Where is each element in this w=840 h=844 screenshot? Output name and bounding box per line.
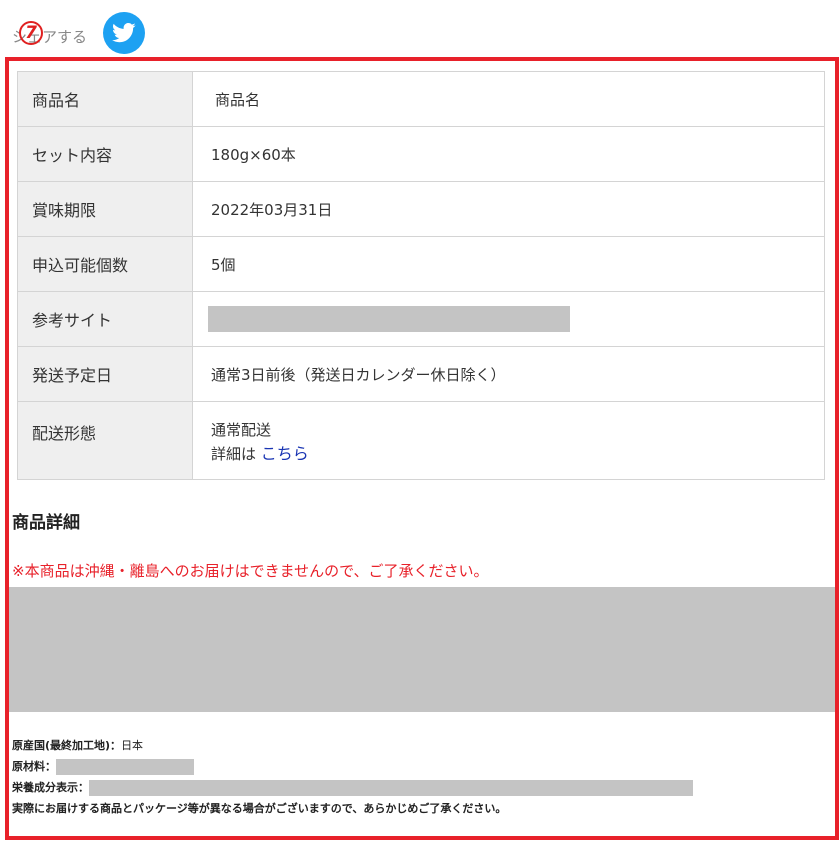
step-number-badge: 7: [19, 21, 43, 45]
product-info-frame: 商品名 商品名 セット内容 180g×60本 賞味期限 2022年03月31日 …: [5, 57, 839, 840]
table-row: 賞味期限 2022年03月31日: [17, 181, 825, 237]
spec-key-expiry: 賞味期限: [17, 181, 193, 237]
redacted-nutrition: [89, 780, 693, 796]
spec-value-set: 180g×60本: [192, 126, 825, 182]
spec-value-reference-site: [192, 291, 825, 347]
spec-value-shipping-date: 通常3日前後（発送日カレンダー休日除く）: [192, 346, 825, 402]
delivery-detail-prefix: 詳細は: [211, 445, 257, 463]
spec-value-name: 商品名: [192, 71, 825, 127]
share-row: シェアする 7: [12, 10, 312, 60]
redacted-reference-url: [208, 306, 570, 332]
spec-key-shipping-date: 発送予定日: [17, 346, 193, 402]
table-row: 発送予定日 通常3日前後（発送日カレンダー休日除く）: [17, 346, 825, 402]
spec-value-delivery: 通常配送 詳細は こちら: [192, 401, 825, 480]
origin-line: 原産国(最終加工地)：日本: [12, 735, 822, 756]
table-row: 申込可能個数 5個: [17, 236, 825, 292]
delivery-detail-link[interactable]: こちら: [261, 444, 309, 463]
table-row: セット内容 180g×60本: [17, 126, 825, 182]
spec-table: 商品名 商品名 セット内容 180g×60本 賞味期限 2022年03月31日 …: [17, 71, 825, 480]
spec-key-set: セット内容: [17, 126, 193, 182]
product-info-block: 原産国(最終加工地)：日本 原材料： 栄養成分表示： 実際にお届けする商品とパッ…: [12, 735, 822, 819]
spec-value-expiry: 2022年03月31日: [192, 181, 825, 237]
ingredients-line: 原材料：: [12, 756, 822, 777]
disclaimer-line: 実際にお届けする商品とパッケージ等が異なる場合がございますので、あらかじめご了承…: [12, 802, 507, 815]
spec-key-name: 商品名: [17, 71, 193, 127]
table-row: 配送形態 通常配送 詳細は こちら: [17, 401, 825, 480]
product-detail-heading: 商品詳細: [12, 513, 80, 533]
table-row: 商品名 商品名: [17, 71, 825, 127]
redacted-ingredients: [56, 759, 194, 775]
spec-value-quantity: 5個: [192, 236, 825, 292]
spec-key-quantity: 申込可能個数: [17, 236, 193, 292]
table-row: 参考サイト: [17, 291, 825, 347]
spec-key-delivery: 配送形態: [17, 401, 193, 480]
nutrition-label: 栄養成分表示：: [12, 781, 89, 794]
twitter-share-button[interactable]: [103, 12, 145, 54]
delivery-method: 通常配送: [211, 421, 272, 439]
spec-key-reference-site: 参考サイト: [17, 291, 193, 347]
ingredients-label: 原材料：: [12, 760, 56, 773]
delivery-detail: 詳細は こちら: [211, 442, 824, 466]
nutrition-line: 栄養成分表示：: [12, 777, 822, 798]
delivery-notice: ※本商品は沖縄・離島へのお届けはできませんので、ご了承ください。: [12, 562, 489, 580]
origin-value: 日本: [121, 739, 144, 752]
product-image-placeholder: [9, 587, 835, 712]
origin-label: 原産国(最終加工地)：: [12, 739, 122, 752]
twitter-bird-icon: [112, 23, 136, 43]
